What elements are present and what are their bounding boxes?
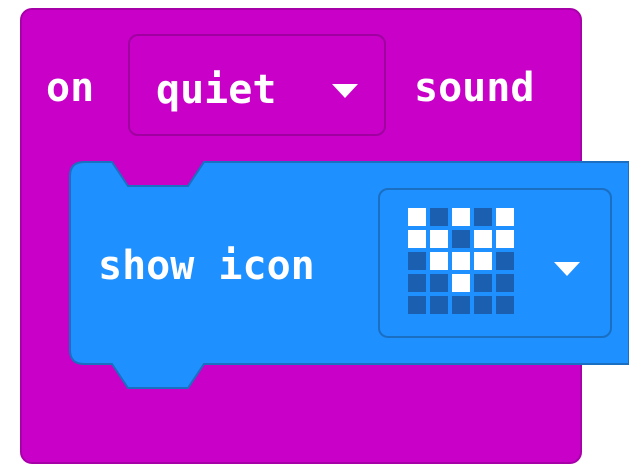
led-cell (474, 230, 492, 248)
led-cell (430, 208, 448, 226)
led-cell (452, 274, 470, 292)
workspace: on quiet sound show icon (0, 0, 629, 466)
led-cell (408, 208, 426, 226)
led-cell (474, 252, 492, 270)
led-cell (452, 252, 470, 270)
led-cell (408, 274, 426, 292)
led-cell (496, 230, 514, 248)
led-cell (496, 296, 514, 314)
led-cell (430, 296, 448, 314)
led-cell (452, 296, 470, 314)
led-cell (496, 252, 514, 270)
led-cell (430, 252, 448, 270)
show-icon-label: show icon (98, 243, 315, 289)
led-cell (408, 296, 426, 314)
led-cell (452, 230, 470, 248)
led-cell (408, 252, 426, 270)
led-icon-preview (408, 208, 516, 316)
led-cell (474, 296, 492, 314)
led-cell (496, 208, 514, 226)
led-cell (430, 230, 448, 248)
chevron-down-icon (554, 262, 580, 276)
led-cell (430, 274, 448, 292)
icon-picker-dropdown[interactable] (378, 188, 612, 338)
led-cell (452, 208, 470, 226)
led-cell (496, 274, 514, 292)
led-cell (474, 208, 492, 226)
led-cell (408, 230, 426, 248)
led-cell (474, 274, 492, 292)
